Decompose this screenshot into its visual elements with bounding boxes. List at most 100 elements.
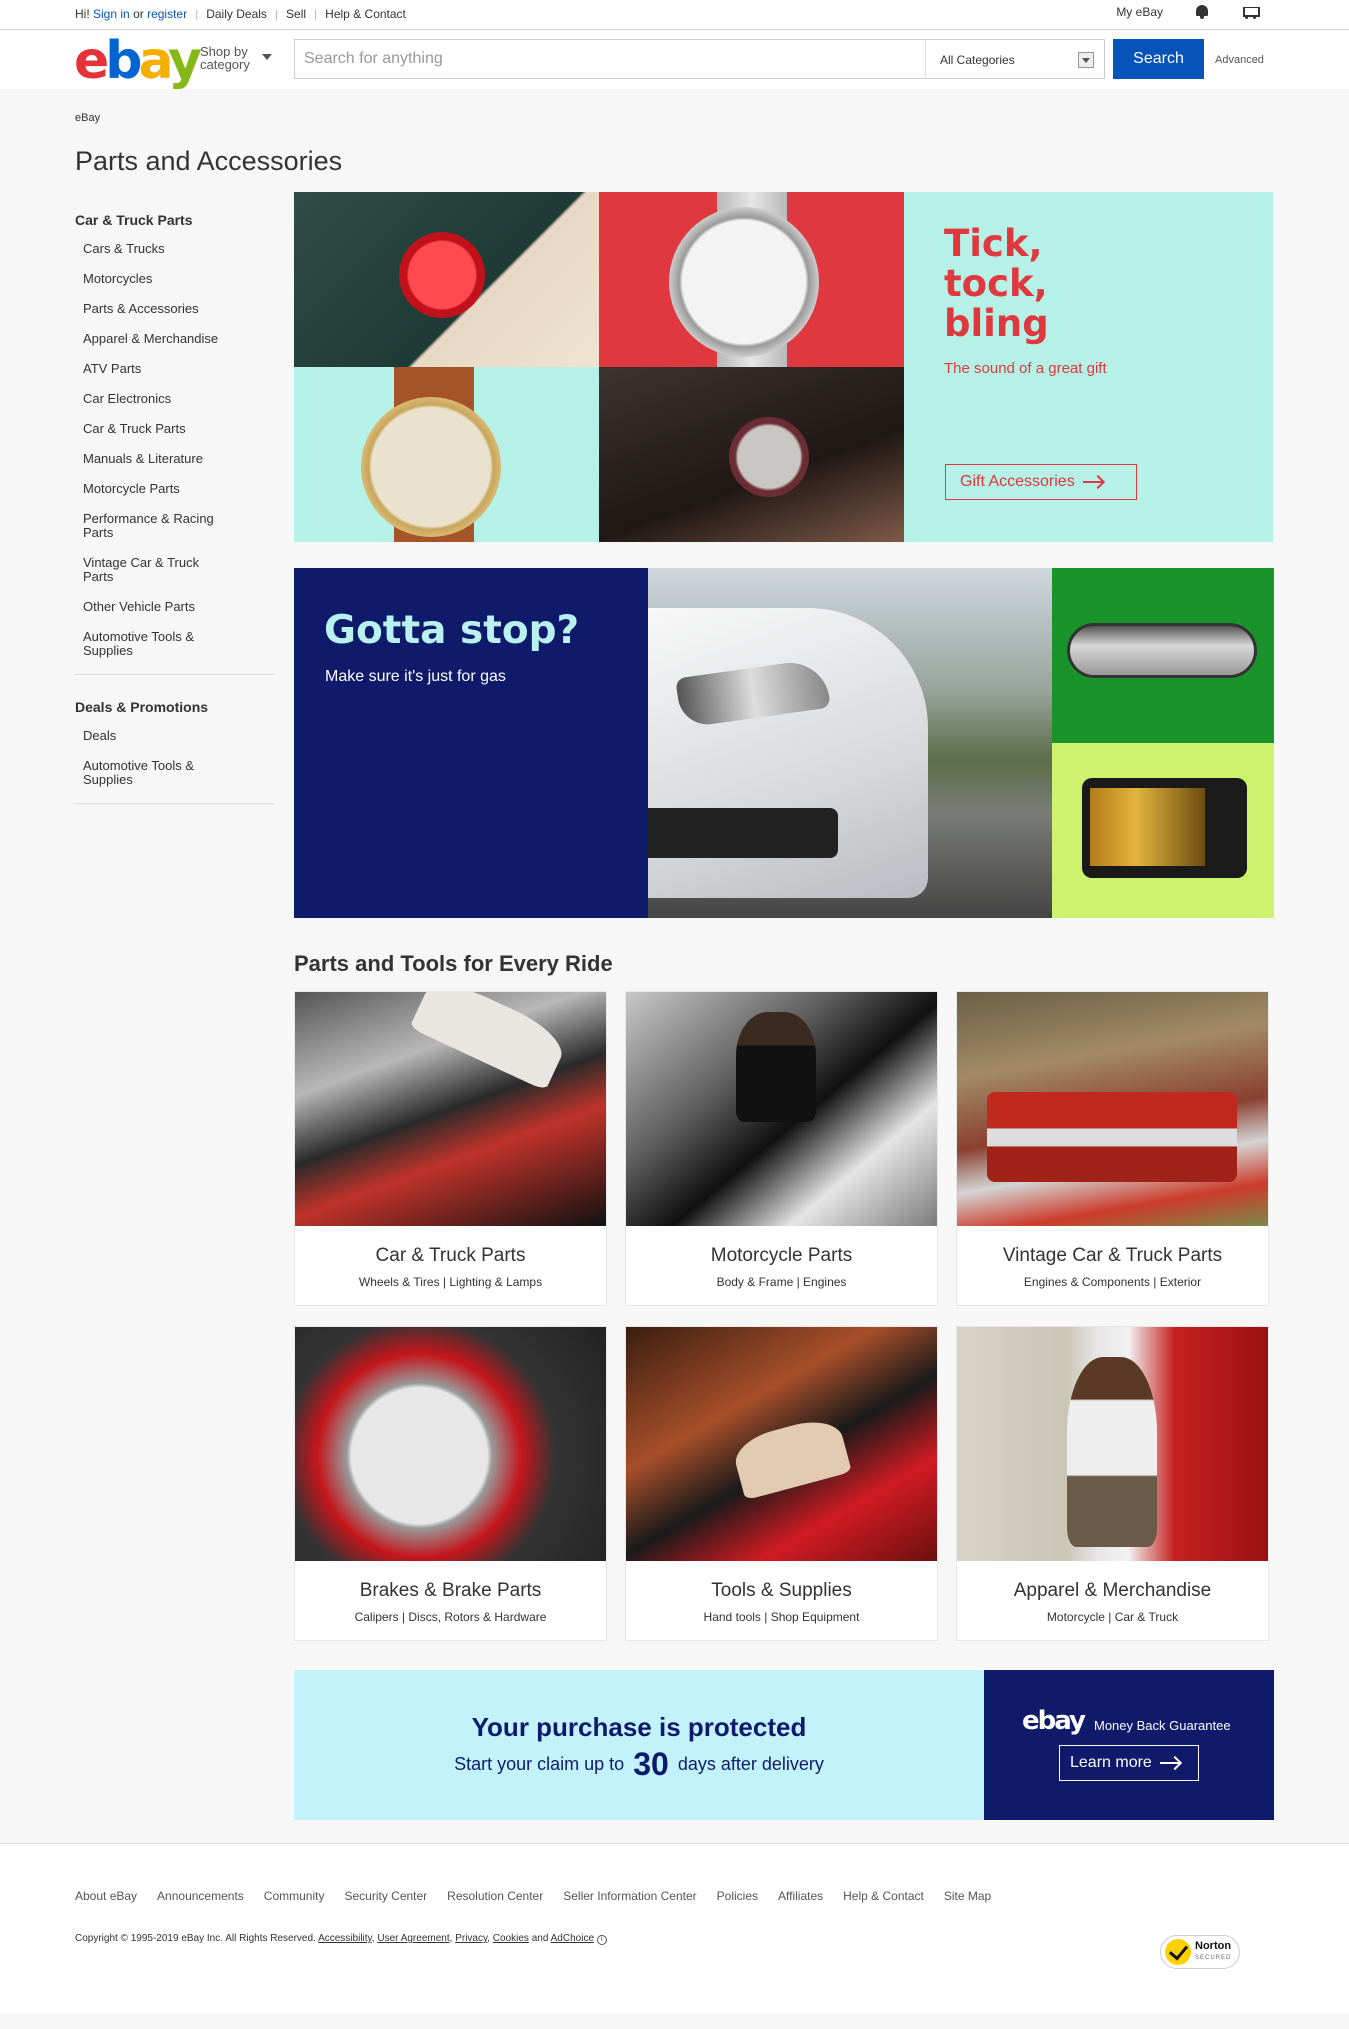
sidebar-item-manuals-literature[interactable]: Manuals & Literature: [75, 452, 275, 466]
sidebar-item-parts-accessories[interactable]: Parts & Accessories: [75, 302, 275, 316]
category-card[interactable]: Tools & Supplies Hand tools | Shop Equip…: [625, 1326, 938, 1641]
guarantee-subtitle: Start your claim up to 30 days after del…: [294, 1746, 984, 1783]
footer-links: About eBay Announcements Community Secur…: [75, 1889, 991, 1903]
divider: |: [314, 7, 318, 21]
footer-link-resolution[interactable]: Resolution Center: [447, 1889, 543, 1903]
ebay-logo[interactable]: ebay: [74, 33, 202, 89]
rearview-mirror-image: [1052, 568, 1274, 743]
help-contact-link[interactable]: Help & Contact: [325, 7, 406, 21]
sign-in-link[interactable]: Sign in: [93, 7, 130, 21]
gps-device-image: [1052, 743, 1274, 918]
gift-accessories-label: Gift Accessories: [960, 473, 1075, 490]
card-title: Car & Truck Parts: [375, 1245, 526, 1266]
guarantee-badge-panel: ebay Money Back Guarantee Learn more: [984, 1670, 1274, 1820]
top-bar-left: Hi! Sign in or register | Daily Deals | …: [75, 7, 406, 21]
sidebar-item-automotive-tools-deals[interactable]: Automotive Tools & Supplies: [75, 759, 225, 787]
category-card[interactable]: Motorcycle Parts Body & Frame | Engines: [625, 991, 938, 1306]
gift-accessories-button[interactable]: Gift Accessories: [945, 464, 1137, 500]
footer-link-seller-info[interactable]: Seller Information Center: [563, 1889, 696, 1903]
sidebar-item-cars-trucks[interactable]: Cars & Trucks: [75, 242, 275, 256]
footer-link-about[interactable]: About eBay: [75, 1889, 137, 1903]
footer-link-affiliates[interactable]: Affiliates: [778, 1889, 823, 1903]
watch-gift-banner[interactable]: Tick, tock, bling The sound of a great g…: [294, 192, 1273, 542]
red-watch-image: [294, 192, 599, 367]
sidebar-divider: [75, 674, 275, 675]
sidebar-item-motorcycle-parts[interactable]: Motorcycle Parts: [75, 482, 275, 496]
card-subtitle: Body & Frame | Engines: [716, 1275, 847, 1289]
guarantee-days-number: 30: [633, 1746, 669, 1782]
card-subtitle: Engines & Components | Exterior: [1023, 1275, 1202, 1289]
footer-link-announcements[interactable]: Announcements: [157, 1889, 244, 1903]
category-label: category: [200, 57, 250, 72]
my-ebay-link[interactable]: My eBay: [1116, 5, 1163, 19]
footer-link-sitemap[interactable]: Site Map: [944, 1889, 991, 1903]
money-back-guarantee-banner[interactable]: Your purchase is protected Start your cl…: [294, 1670, 1274, 1820]
sidebar-item-vintage-car-truck[interactable]: Vintage Car & Truck Parts: [75, 556, 225, 584]
sidebar-item-motorcycles[interactable]: Motorcycles: [75, 272, 275, 286]
guarantee-sub-pre: Start your claim up to: [454, 1754, 625, 1774]
banner-copy: Tick, tock, bling The sound of a great g…: [944, 224, 1107, 378]
footer-link-help[interactable]: Help & Contact: [843, 1889, 924, 1903]
footer-link-community[interactable]: Community: [264, 1889, 325, 1903]
privacy-link[interactable]: Privacy: [455, 1933, 487, 1944]
guarantee-sub-post: days after delivery: [677, 1754, 824, 1774]
footer-link-policies[interactable]: Policies: [717, 1889, 758, 1903]
card-subtitle: Wheels & Tires | Lighting & Lamps: [358, 1275, 543, 1289]
breadcrumb[interactable]: eBay: [75, 112, 100, 124]
search-button[interactable]: Search: [1113, 39, 1204, 79]
category-card[interactable]: Apparel & Merchandise Motorcycle | Car &…: [956, 1326, 1269, 1641]
search-box: [294, 39, 926, 79]
register-link[interactable]: register: [147, 7, 187, 21]
sidebar-item-performance-racing[interactable]: Performance & Racing Parts: [75, 512, 225, 540]
top-bar: Hi! Sign in or register | Daily Deals | …: [0, 0, 1349, 30]
notification-bell-icon[interactable]: [1195, 5, 1209, 19]
ebay-logo-small: ebay: [1022, 1706, 1086, 1736]
advanced-search-link[interactable]: Advanced: [1215, 54, 1264, 66]
category-card[interactable]: Car & Truck Parts Wheels & Tires | Light…: [294, 991, 607, 1306]
checkmark-icon: [1165, 1939, 1191, 1965]
card-title: Apparel & Merchandise: [1013, 1580, 1212, 1601]
category-select[interactable]: All Categories: [925, 39, 1105, 79]
divider: |: [195, 7, 199, 21]
sidebar-item-atv-parts[interactable]: ATV Parts: [75, 362, 275, 376]
guarantee-headline: Your purchase is protected: [471, 1712, 807, 1742]
user-agreement-link[interactable]: User Agreement: [377, 1933, 449, 1944]
sidebar-item-apparel-merchandise[interactable]: Apparel & Merchandise: [75, 332, 275, 346]
cookies-link[interactable]: Cookies: [493, 1933, 529, 1944]
norton-label: Norton: [1195, 1940, 1232, 1952]
wrist-watch-image: [599, 367, 904, 542]
gold-watch-image: [294, 367, 599, 542]
sidebar-item-other-vehicle-parts[interactable]: Other Vehicle Parts: [75, 600, 275, 614]
accessibility-link[interactable]: Accessibility: [318, 1933, 372, 1944]
sidebar-section-title[interactable]: Car & Truck Parts: [75, 212, 275, 228]
page-title: Parts and Accessories: [75, 146, 343, 176]
man-apparel-image: [957, 1327, 1268, 1561]
adchoice-link[interactable]: AdChoice: [551, 1933, 594, 1944]
car-image: [648, 568, 1052, 918]
sell-link[interactable]: Sell: [286, 7, 306, 21]
caret-down-icon: [262, 54, 272, 60]
or-text: or: [133, 7, 144, 21]
tool-chest-image: [626, 1327, 937, 1561]
gotta-stop-banner[interactable]: Gotta stop? Make sure it's just for gas: [294, 568, 1274, 918]
learn-more-button[interactable]: Learn more: [1059, 1745, 1199, 1781]
adchoice-info-icon[interactable]: i: [596, 1935, 607, 1945]
category-card[interactable]: Brakes & Brake Parts Calipers | Discs, R…: [294, 1326, 607, 1641]
sidebar-item-automotive-tools[interactable]: Automotive Tools & Supplies: [75, 630, 225, 658]
cart-icon[interactable]: [1241, 5, 1260, 19]
category-card[interactable]: Vintage Car & Truck Parts Engines & Comp…: [956, 991, 1269, 1306]
footer-link-security[interactable]: Security Center: [344, 1889, 427, 1903]
header: ebay Shop by category All Categories Sea…: [0, 31, 1349, 89]
shop-by-category-button[interactable]: Shop by category: [200, 45, 272, 72]
sidebar-item-car-electronics[interactable]: Car Electronics: [75, 392, 275, 406]
search-input[interactable]: [295, 40, 905, 78]
sidebar-section-title[interactable]: Deals & Promotions: [75, 699, 275, 715]
norton-secured-badge[interactable]: Norton SECURED: [1160, 1935, 1240, 1969]
norton-sub-label: SECURED: [1195, 1955, 1232, 1961]
sidebar-item-deals[interactable]: Deals: [75, 729, 275, 743]
sidebar-item-car-truck-parts[interactable]: Car & Truck Parts: [75, 422, 275, 436]
sidebar-list: Cars & Trucks Motorcycles Parts & Access…: [75, 242, 275, 658]
brake-rotor-image: [295, 1327, 606, 1561]
silver-watch-image: [599, 192, 904, 367]
daily-deals-link[interactable]: Daily Deals: [206, 7, 267, 21]
